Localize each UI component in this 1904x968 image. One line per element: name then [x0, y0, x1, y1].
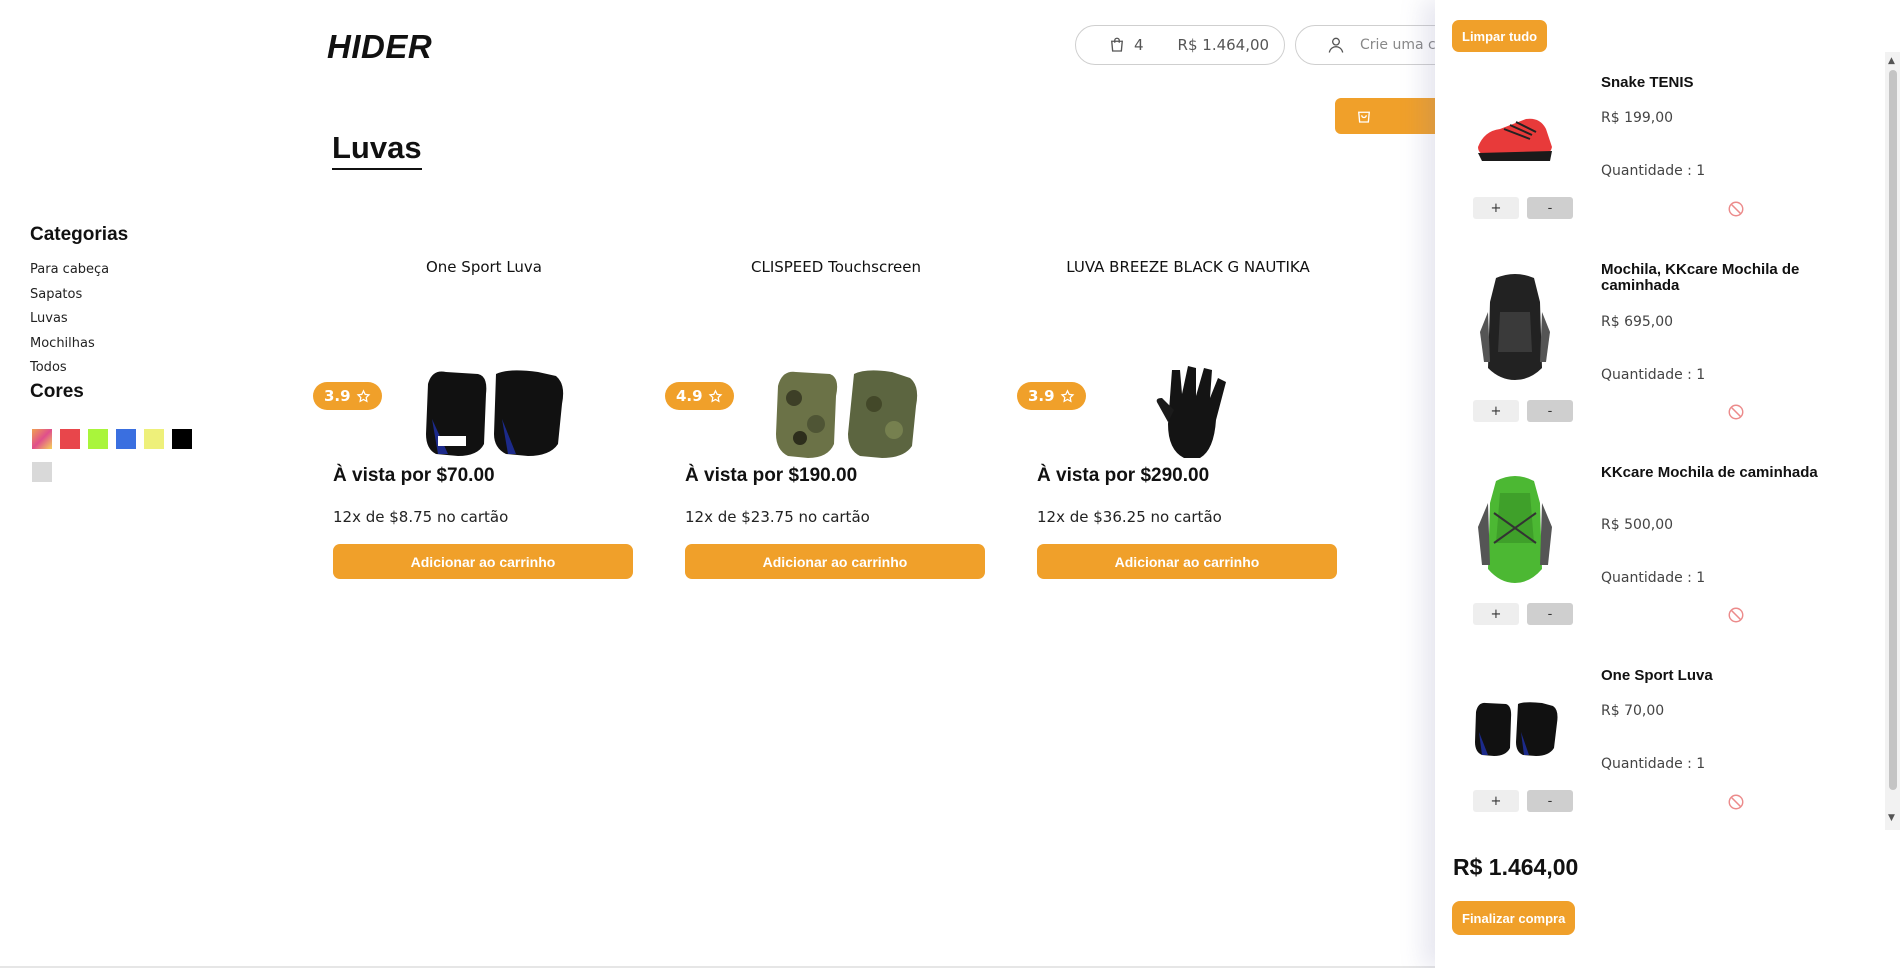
backpack-green-image: [1478, 476, 1552, 583]
cart-item-quantity: Quantidade : 1: [1601, 163, 1706, 179]
product-card: LUVA BREEZE BLACK G NAUTIKA 3.9 À vista …: [1017, 258, 1339, 579]
scroll-down-arrow[interactable]: ▼: [1888, 813, 1895, 823]
cart-item-price: R$ 695,00: [1601, 314, 1674, 330]
product-installments: 12x de $8.75 no cartão: [333, 508, 509, 526]
star-icon: [1060, 388, 1074, 402]
remove-item-icon[interactable]: [1727, 403, 1745, 421]
cart-summary-button[interactable]: 4 R$ 1.464,00: [1075, 25, 1285, 65]
decrease-quantity-button[interactable]: -: [1527, 197, 1573, 219]
increase-quantity-button[interactable]: +: [1473, 603, 1519, 625]
add-to-cart-button[interactable]: Adicionar ao carrinho: [1037, 544, 1337, 579]
cart-item-price: R$ 70,00: [1601, 703, 1665, 719]
product-name[interactable]: One Sport Luva: [333, 258, 635, 282]
remove-item-icon[interactable]: [1727, 606, 1745, 624]
backpack-black-image: [1480, 274, 1550, 380]
decrease-quantity-button[interactable]: -: [1527, 400, 1573, 422]
cart-item-name: Mochila, KKcare Mochila de caminhada: [1601, 261, 1800, 294]
black-glove-image: [1156, 366, 1226, 458]
cart-item-name: Snake TENIS: [1601, 74, 1694, 91]
open-cart-button[interactable]: [1335, 98, 1445, 134]
color-swatch-black[interactable]: [172, 428, 192, 449]
category-para-cabeca[interactable]: Para cabeça: [30, 258, 230, 283]
increase-quantity-button[interactable]: +: [1473, 790, 1519, 812]
color-swatches: [30, 428, 200, 495]
color-swatch-yellow[interactable]: [144, 428, 164, 449]
rating-badge: 3.9: [313, 382, 382, 410]
rating-value: 3.9: [324, 387, 351, 405]
category-mochilhas[interactable]: Mochilhas: [30, 332, 230, 357]
rating-badge: 3.9: [1017, 382, 1086, 410]
camo-gloves-image: [776, 370, 918, 458]
remove-item-icon[interactable]: [1727, 200, 1745, 218]
cart-item-quantity: Quantidade : 1: [1601, 367, 1706, 383]
cart-total-header: R$ 1.464,00: [1177, 36, 1270, 54]
page-title: Luvas: [332, 130, 422, 170]
checkout-button[interactable]: Finalizar compra: [1452, 901, 1576, 935]
increase-quantity-button[interactable]: +: [1473, 400, 1519, 422]
product-image[interactable]: 3.9: [313, 294, 635, 456]
clear-cart-button[interactable]: Limpar tudo: [1452, 20, 1548, 52]
category-sapatos[interactable]: Sapatos: [30, 283, 230, 308]
cart-item-name: One Sport Luva: [1601, 667, 1713, 684]
product-price: À vista por $70.00: [333, 465, 495, 486]
cart-item-price: R$ 500,00: [1601, 517, 1674, 533]
logo[interactable]: HIDER: [327, 28, 432, 66]
cart-item-price: R$ 199,00: [1601, 110, 1674, 126]
increase-quantity-button[interactable]: +: [1473, 197, 1519, 219]
cart-item-name: KKcare Mochila de caminhada: [1601, 464, 1818, 481]
categories-title: Categorias: [30, 224, 129, 245]
cart-item-quantity: Quantidade : 1: [1601, 570, 1706, 586]
color-swatch-gray[interactable]: [32, 461, 52, 482]
rating-value: 4.9: [676, 387, 703, 405]
add-to-cart-button[interactable]: Adicionar ao carrinho: [685, 544, 985, 579]
rating-badge: 4.9: [665, 382, 734, 410]
product-image[interactable]: 4.9: [665, 294, 987, 458]
add-to-cart-button[interactable]: Adicionar ao carrinho: [333, 544, 633, 579]
shopping-bag-icon: [1111, 37, 1123, 52]
color-swatch-red[interactable]: [60, 428, 80, 449]
category-todos[interactable]: Todos: [30, 356, 230, 381]
scrollbar-thumb[interactable]: [1889, 70, 1897, 790]
product-installments: 12x de $23.75 no cartão: [685, 508, 870, 526]
user-icon: [1328, 37, 1344, 53]
colors-title: Cores: [30, 380, 84, 402]
product-card: One Sport Luva 3.9 À vista por $70.00 12…: [313, 258, 635, 579]
account-text: Crie uma co: [1360, 37, 1445, 53]
product-price: À vista por $290.00: [1037, 465, 1210, 486]
sidebar: Categorias Para cabeça Sapatos Luvas Moc…: [30, 224, 230, 495]
product-installments: 12x de $36.25 no cartão: [1037, 508, 1222, 526]
scroll-up-arrow[interactable]: ▲: [1888, 56, 1895, 66]
rating-value: 3.9: [1028, 387, 1055, 405]
cart-drawer: Limpar tudo Snake TENIS R$ 199,00 Quanti…: [1435, 0, 1904, 968]
fingerless-gloves-image: [1475, 702, 1558, 756]
decrease-quantity-button[interactable]: -: [1527, 790, 1573, 812]
category-luvas[interactable]: Luvas: [30, 307, 230, 332]
product-price: À vista por $190.00: [685, 465, 858, 486]
decrease-quantity-button[interactable]: -: [1527, 603, 1573, 625]
shopping-bag-icon: [1358, 111, 1370, 123]
sneaker-image: [1478, 118, 1552, 161]
remove-item-icon[interactable]: [1727, 793, 1745, 811]
product-image[interactable]: 3.9: [1017, 294, 1339, 458]
cart-items-scroll[interactable]: Limpar tudo Snake TENIS R$ 199,00 Quanti…: [1435, 0, 1904, 830]
cart-count: 4: [1134, 36, 1144, 54]
cart-total: R$ 1.464,00: [1453, 854, 1579, 880]
color-swatch-lime[interactable]: [88, 428, 108, 449]
fingerless-gloves-image: [426, 370, 564, 456]
product-name[interactable]: CLISPEED Touchscreen: [685, 258, 987, 282]
color-swatch-multicolor[interactable]: [32, 428, 52, 449]
product-name[interactable]: LUVA BREEZE BLACK G NAUTIKA: [1037, 258, 1339, 282]
star-icon: [356, 388, 370, 402]
cart-item-quantity: Quantidade : 1: [1601, 756, 1706, 772]
star-icon: [708, 388, 722, 402]
color-swatch-blue[interactable]: [116, 428, 136, 449]
product-card: CLISPEED Touchscreen 4.9 À vista por $19…: [665, 258, 987, 579]
